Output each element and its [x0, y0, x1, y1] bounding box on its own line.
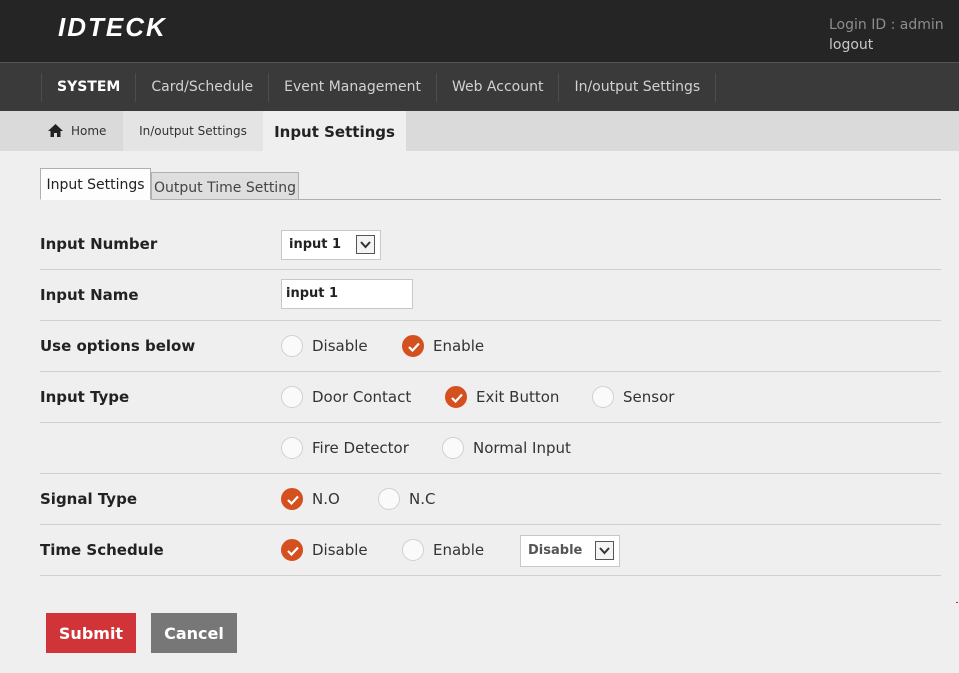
top-header: IDTECK Login ID : admin logout [0, 0, 959, 62]
radio-label: Normal Input [473, 439, 571, 457]
radio-label: N.C [409, 490, 436, 508]
radio-label: Exit Button [476, 388, 560, 406]
row-time-schedule: Time Schedule Disable Enable Disable [40, 525, 941, 576]
radio-icon [281, 386, 303, 408]
radio-icon [402, 539, 424, 561]
breadcrumb-current: Input Settings [263, 111, 406, 151]
decorative-dot [956, 602, 958, 603]
settings-tabs: Input Settings Output Time Setting [40, 168, 941, 200]
radio-label: Fire Detector [312, 439, 409, 457]
radio-icon [592, 386, 614, 408]
use-options-disable-radio[interactable]: Disable [281, 335, 368, 357]
input-type-sensor-radio[interactable]: Sensor [592, 386, 674, 408]
row-input-name: Input Name input 1 [40, 270, 941, 321]
nav-item-system[interactable]: SYSTEM [42, 73, 137, 102]
row-input-type-more: Fire Detector Normal Input [40, 423, 941, 474]
radio-icon [442, 437, 464, 459]
use-options-enable-radio[interactable]: Enable [402, 335, 484, 357]
input-type-door-contact-radio[interactable]: Door Contact [281, 386, 411, 408]
breadcrumb: Home In/output Settings Input Settings [0, 111, 959, 151]
time-schedule-label: Time Schedule [40, 541, 164, 559]
breadcrumb-inoutput-settings[interactable]: In/output Settings [123, 111, 263, 151]
radio-label: Door Contact [312, 388, 412, 406]
submit-button[interactable]: Submit [46, 613, 136, 653]
input-type-label: Input Type [40, 388, 130, 406]
cancel-button[interactable]: Cancel [151, 613, 237, 653]
nav-item-web-account[interactable]: Web Account [437, 73, 560, 102]
radio-label: Disable [312, 541, 368, 559]
nav-item-inoutput-settings[interactable]: In/output Settings [559, 73, 717, 102]
signal-type-no-radio[interactable]: N.O [281, 488, 340, 510]
signal-type-label: Signal Type [40, 490, 137, 508]
tab-output-time-setting[interactable]: Output Time Setting [151, 172, 299, 200]
radio-label: Disable [312, 337, 368, 355]
breadcrumb-home-label: Home [71, 124, 107, 138]
login-id-text: Login ID : admin [829, 17, 944, 33]
input-number-value: input 1 [289, 237, 342, 252]
chevron-down-icon [356, 235, 375, 254]
row-input-type: Input Type Door Contact Exit Button Sens… [40, 372, 941, 423]
use-options-label: Use options below [40, 337, 196, 355]
radio-label: Sensor [623, 388, 675, 406]
input-number-select[interactable]: input 1 [281, 230, 381, 260]
radio-icon [281, 437, 303, 459]
radio-icon [281, 335, 303, 357]
chevron-down-icon [595, 541, 614, 560]
breadcrumb-home[interactable]: Home [27, 111, 123, 151]
radio-label: Enable [433, 337, 485, 355]
row-input-number: Input Number input 1 [40, 219, 941, 270]
main-nav: SYSTEM Card/Schedule Event Management We… [0, 62, 959, 111]
tab-input-settings[interactable]: Input Settings [40, 168, 151, 200]
radio-label: N.O [312, 490, 340, 508]
check-icon [281, 539, 303, 561]
input-type-exit-button-radio[interactable]: Exit Button [445, 386, 559, 408]
home-icon [48, 124, 63, 137]
row-use-options: Use options below Disable Enable [40, 321, 941, 372]
input-name-label: Input Name [40, 286, 139, 304]
radio-label: Enable [433, 541, 485, 559]
input-type-fire-detector-radio[interactable]: Fire Detector [281, 437, 409, 459]
time-schedule-enable-radio[interactable]: Enable [402, 539, 484, 561]
input-number-label: Input Number [40, 235, 158, 253]
check-icon [445, 386, 467, 408]
radio-icon [378, 488, 400, 510]
signal-type-nc-radio[interactable]: N.C [378, 488, 435, 510]
check-icon [402, 335, 424, 357]
time-schedule-value: Disable [528, 543, 583, 558]
logo: IDTECK [58, 12, 167, 42]
input-type-normal-input-radio[interactable]: Normal Input [442, 437, 571, 459]
check-icon [281, 488, 303, 510]
time-schedule-select[interactable]: Disable [520, 535, 620, 567]
time-schedule-disable-radio[interactable]: Disable [281, 539, 368, 561]
nav-item-event-management[interactable]: Event Management [269, 73, 437, 102]
row-signal-type: Signal Type N.O N.C [40, 474, 941, 525]
nav-item-card-schedule[interactable]: Card/Schedule [136, 73, 270, 102]
logout-link[interactable]: logout [829, 37, 873, 53]
input-name-field[interactable]: input 1 [281, 279, 413, 309]
